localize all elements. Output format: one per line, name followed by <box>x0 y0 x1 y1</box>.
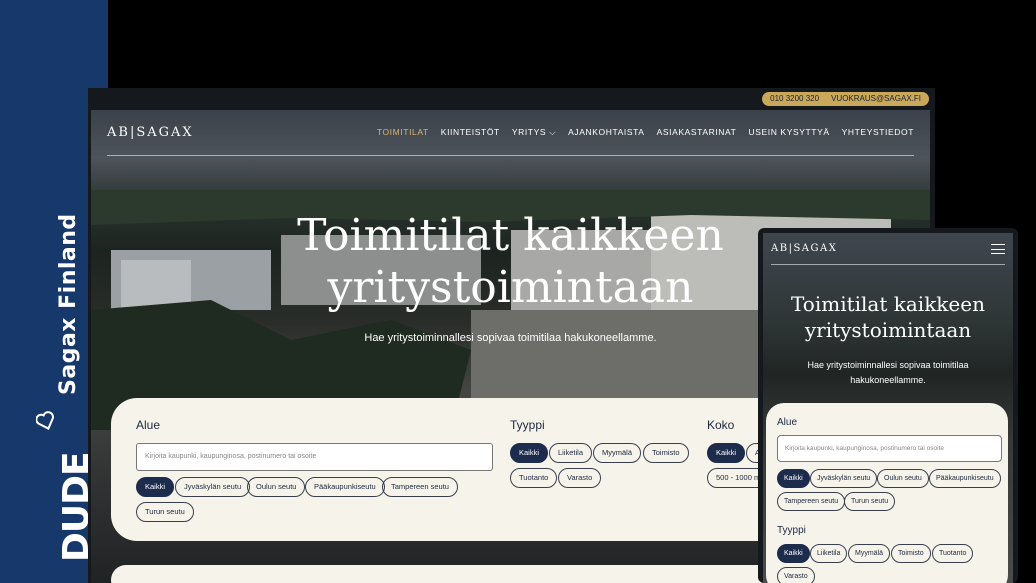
mobile-sagax-logo[interactable]: AB|SAGAX <box>771 243 837 254</box>
mobile-area-chip-turku[interactable]: Turun seutu <box>844 492 896 511</box>
brand-title: Sagax Finland <box>56 213 81 395</box>
mobile-hero-subtitle: Hae yritystoiminnallesi sopivaa toimitil… <box>807 360 969 385</box>
nav-item-yhteystiedot[interactable]: YHTEYSTIEDOT <box>842 127 914 138</box>
area-chip-oulu[interactable]: Oulun seutu <box>247 477 306 497</box>
type-chip-kaikki[interactable]: Kaikki <box>510 443 549 463</box>
mobile-type-chip-liiketila[interactable]: Liiketila <box>810 544 848 563</box>
hamburger-menu-icon[interactable] <box>991 243 1005 254</box>
mobile-hero-title-line2: yritystoimintaan <box>804 318 972 342</box>
area-chip-tampere[interactable]: Tampereen seutu <box>382 477 458 497</box>
nav-item-kiinteistot[interactable]: KIINTEISTÖT <box>441 127 500 138</box>
mobile-area-chip-oulu[interactable]: Oulun seutu <box>877 469 929 488</box>
mobile-area-label: Alue <box>777 417 798 428</box>
contact-bar: 010 3200 320 VUOKRAUS@SAGAX.FI <box>762 92 929 106</box>
mobile-search-panel: Alue Kirjoita kaupunki, kaupunginosa, po… <box>766 403 1008 583</box>
mobile-type-chip-varasto[interactable]: Varasto <box>777 567 815 583</box>
mobile-type-label: Tyyppi <box>777 525 806 536</box>
nav-item-yritys[interactable]: YRITYS ⌵ <box>512 127 556 138</box>
contact-phone[interactable]: 010 3200 320 <box>770 92 819 106</box>
type-chip-tuotanto[interactable]: Tuotanto <box>510 468 558 488</box>
type-label: Tyyppi <box>510 418 545 432</box>
area-chip-kaikki[interactable]: Kaikki <box>136 477 175 497</box>
area-chip-jyvaskyla[interactable]: Jyväskylän seutu <box>175 477 251 497</box>
size-chip-kaikki[interactable]: Kaikki <box>707 443 746 463</box>
mobile-type-chip-myymala[interactable]: Myymälä <box>848 544 891 563</box>
sagax-logo[interactable]: AB|SAGAX <box>107 125 194 140</box>
mobile-mockup: AB|SAGAX Toimitilat kaikkeen yritystoimi… <box>758 228 1018 583</box>
hero-title-line2: yritystoimintaan <box>327 262 694 313</box>
mobile-area-chip-tampere[interactable]: Tampereen seutu <box>777 492 846 511</box>
type-chip-myymala[interactable]: Myymälä <box>593 443 642 463</box>
mobile-type-chip-kaikki[interactable]: Kaikki <box>777 544 810 563</box>
mobile-area-chip-kaikki[interactable]: Kaikki <box>777 469 810 488</box>
type-chip-liiketila[interactable]: Liiketila <box>549 443 593 463</box>
search-input[interactable]: Kirjoita kaupunki, kaupunginosa, postinu… <box>136 443 493 471</box>
type-chip-toimisto[interactable]: Toimisto <box>643 443 689 463</box>
mobile-hero-title: Toimitilat kaikkeen yritystoimintaan <box>763 291 1013 343</box>
size-label: Koko <box>707 418 735 432</box>
mobile-area-chip-jyvaskyla[interactable]: Jyväskylän seutu <box>810 469 878 488</box>
mobile-nav: AB|SAGAX <box>771 233 1005 265</box>
area-label: Alue <box>136 418 161 432</box>
mobile-type-chip-tuotanto[interactable]: Tuotanto <box>932 544 974 563</box>
main-nav: AB|SAGAX TOIMITILAT KIINTEISTÖT YRITYS ⌵… <box>107 110 914 156</box>
area-chip-paakaupunkiseutu[interactable]: Pääkaupunkiseutu <box>305 477 385 497</box>
mobile-type-chip-toimisto[interactable]: Toimisto <box>891 544 931 563</box>
nav-item-usein-kysyttya[interactable]: USEIN KYSYTTYÄ <box>748 127 829 138</box>
nav-item-toimitilat[interactable]: TOIMITILAT <box>377 127 429 138</box>
contact-email[interactable]: VUOKRAUS@SAGAX.FI <box>831 92 921 106</box>
nav-item-asiakastarinat[interactable]: ASIAKASTARINAT <box>657 127 737 138</box>
heart-icon <box>36 411 54 430</box>
mobile-area-chip-paakaupunkiseutu[interactable]: Pääkaupunkiseutu <box>929 469 1001 488</box>
nav-item-ajankohtaista[interactable]: AJANKOHTAISTA <box>568 127 644 138</box>
mobile-search-input[interactable]: Kirjoita kaupunki, kaupunginosa, postinu… <box>777 435 1002 462</box>
nav-menu: TOIMITILAT KIINTEISTÖT YRITYS ⌵ AJANKOHT… <box>377 127 914 138</box>
area-chip-turku[interactable]: Turun seutu <box>136 502 194 522</box>
mobile-hero-title-line1: Toimitilat kaikkeen <box>791 292 985 316</box>
type-chip-varasto[interactable]: Varasto <box>558 468 602 488</box>
mobile-hero: AB|SAGAX Toimitilat kaikkeen yritystoimi… <box>763 233 1013 583</box>
hero-title-line1: Toimitilat kaikkeen <box>297 210 724 261</box>
